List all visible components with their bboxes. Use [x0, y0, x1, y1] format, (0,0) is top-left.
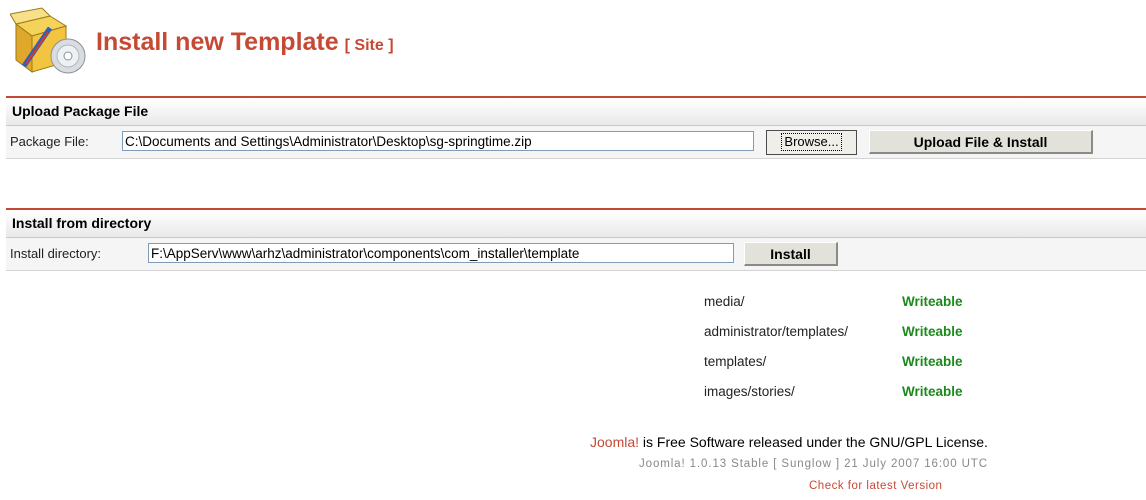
joomla-link[interactable]: Joomla! [590, 434, 639, 450]
dir-status: Writeable [902, 354, 963, 369]
package-file-input[interactable]: C:\Documents and Settings\Administrator\… [122, 131, 754, 151]
browse-button-label: Browse... [781, 133, 842, 151]
package-file-label: Package File: [10, 134, 89, 149]
version-text: Joomla! 1.0.13 Stable [ Sunglow ] 21 Jul… [639, 458, 988, 470]
page: Install new Template [ Site ] Upload Pack… [0, 0, 1146, 500]
page-header: Install new Template [ Site ] [6, 2, 706, 80]
dir-status: Writeable [902, 324, 963, 339]
install-directory-label: Install directory: [10, 246, 102, 261]
page-title: Install new Template [ Site ] [96, 28, 394, 57]
dir-path: media/ [704, 294, 745, 309]
upload-install-button[interactable]: Upload File & Install [869, 130, 1093, 154]
site-tag: [ Site ] [344, 37, 394, 54]
dir-status: Writeable [902, 294, 963, 309]
install-directory-section: Install from directory Install directory… [6, 208, 1146, 271]
page-title-text: Install new Template [96, 28, 339, 56]
browse-button[interactable]: Browse... [766, 130, 857, 155]
upload-package-section: Upload Package File Package File: C:\Doc… [6, 96, 1146, 159]
installer-package-icon [9, 6, 94, 76]
directory-section-title: Install from directory [6, 210, 1146, 238]
install-button[interactable]: Install [744, 242, 838, 266]
install-directory-input[interactable]: F:\AppServ\www\arhz\administrator\compon… [148, 243, 734, 263]
dir-path: administrator/templates/ [704, 324, 849, 339]
directory-section-body: Install directory: F:\AppServ\www\arhz\a… [6, 238, 1146, 271]
license-text: is Free Software released under the GNU/… [639, 434, 988, 450]
dir-path: templates/ [704, 354, 767, 369]
dir-path: images/stories/ [704, 384, 795, 399]
upload-section-body: Package File: C:\Documents and Settings\… [6, 126, 1146, 159]
license-line: Joomla! is Free Software released under … [590, 434, 988, 450]
dir-status: Writeable [902, 384, 963, 399]
check-version-link[interactable]: Check for latest Version [809, 480, 942, 492]
upload-section-title: Upload Package File [6, 98, 1146, 126]
